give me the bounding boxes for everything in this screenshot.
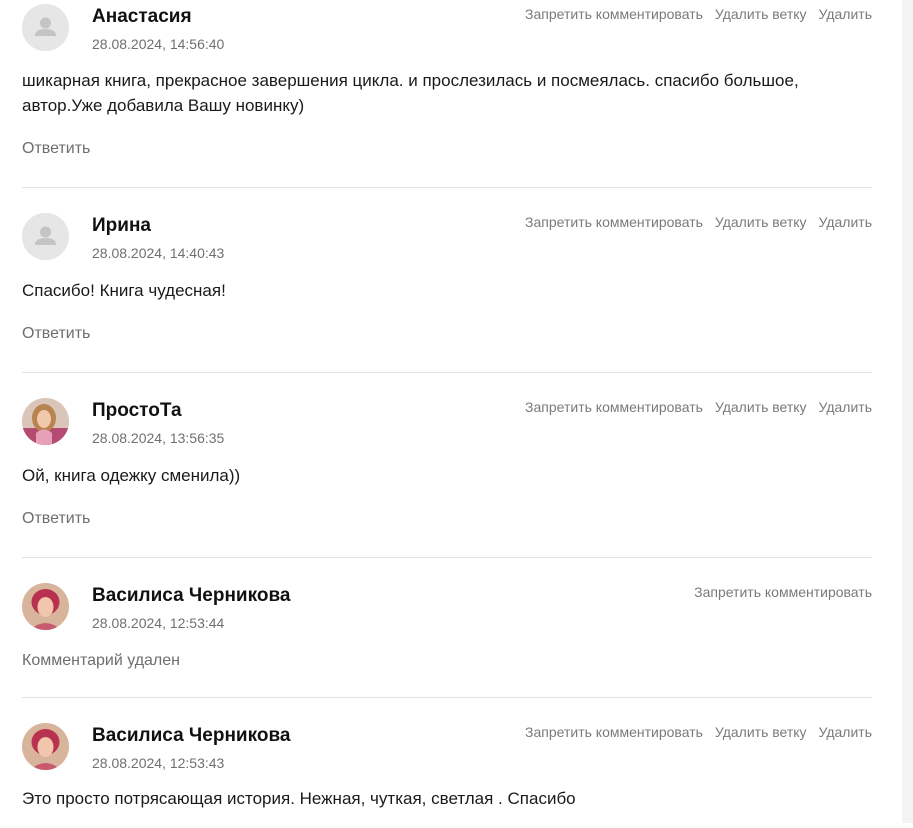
comment-date: 28.08.2024, 14:56:40 bbox=[92, 36, 225, 52]
reply-button[interactable]: Ответить bbox=[22, 510, 90, 528]
comment-text: шикарная книга, прекрасное завершения ци… bbox=[22, 71, 799, 115]
delete-button[interactable]: Удалить bbox=[819, 724, 872, 740]
ban-commenting-button[interactable]: Запретить комментировать bbox=[694, 584, 872, 600]
reply-button[interactable]: Ответить bbox=[22, 140, 90, 158]
reply-button[interactable]: Ответить bbox=[22, 325, 90, 343]
default-avatar-icon[interactable] bbox=[22, 213, 69, 260]
comment-date: 28.08.2024, 12:53:43 bbox=[92, 755, 225, 771]
delete-branch-button[interactable]: Удалить ветку bbox=[715, 214, 807, 230]
comment-date: 28.08.2024, 14:40:43 bbox=[92, 245, 225, 261]
ban-commenting-button[interactable]: Запретить комментировать bbox=[525, 214, 703, 230]
comment-text: Ой, книга одежку сменила)) bbox=[22, 466, 241, 485]
comment-author[interactable]: ПростоТа bbox=[92, 400, 182, 422]
comment-item: Анастасия 28.08.2024, 14:56:40 Запретить… bbox=[22, 0, 872, 188]
comment-author[interactable]: Василиса Черникова bbox=[92, 585, 290, 607]
delete-branch-button[interactable]: Удалить ветку bbox=[715, 724, 807, 740]
delete-branch-button[interactable]: Удалить ветку bbox=[715, 6, 807, 22]
comment-actions: Запретить комментировать Удалить ветку У… bbox=[525, 6, 872, 22]
ban-commenting-button[interactable]: Запретить комментировать bbox=[525, 399, 703, 415]
comment-actions: Запретить комментировать Удалить ветку У… bbox=[525, 399, 872, 415]
comment-text: Спасибо! Книга чудесная! bbox=[22, 281, 226, 300]
comment-actions: Запретить комментировать Удалить ветку У… bbox=[525, 214, 872, 230]
delete-branch-button[interactable]: Удалить ветку bbox=[715, 399, 807, 415]
user-photo-avatar[interactable] bbox=[22, 583, 69, 630]
comment-actions: Запретить комментировать bbox=[694, 584, 872, 600]
comment-author[interactable]: Ирина bbox=[92, 215, 151, 237]
comment-item: Ирина 28.08.2024, 14:40:43 Запретить ком… bbox=[22, 188, 872, 373]
comment-item: Василиса Черникова 28.08.2024, 12:53:44 … bbox=[22, 558, 872, 698]
scrollbar-track[interactable] bbox=[902, 0, 913, 823]
comment-date: 28.08.2024, 12:53:44 bbox=[92, 615, 225, 631]
comment-author[interactable]: Анастасия bbox=[92, 6, 192, 28]
comment-deleted-notice: Комментарий удален bbox=[22, 652, 180, 669]
user-photo-avatar[interactable] bbox=[22, 723, 69, 770]
comment-actions: Запретить комментировать Удалить ветку У… bbox=[525, 724, 872, 740]
delete-button[interactable]: Удалить bbox=[819, 6, 872, 22]
ban-commenting-button[interactable]: Запретить комментировать bbox=[525, 724, 703, 740]
comment-item: ПростоТа 28.08.2024, 13:56:35 Запретить … bbox=[22, 373, 872, 558]
ban-commenting-button[interactable]: Запретить комментировать bbox=[525, 6, 703, 22]
delete-button[interactable]: Удалить bbox=[819, 214, 872, 230]
user-photo-avatar[interactable] bbox=[22, 398, 69, 445]
delete-button[interactable]: Удалить bbox=[819, 399, 872, 415]
comments-list: Анастасия 28.08.2024, 14:56:40 Запретить… bbox=[22, 0, 872, 828]
comment-author[interactable]: Василиса Черникова bbox=[92, 725, 290, 747]
comment-item: Василиса Черникова 28.08.2024, 12:53:43 … bbox=[22, 698, 872, 828]
comment-date: 28.08.2024, 13:56:35 bbox=[92, 430, 225, 446]
default-avatar-icon[interactable] bbox=[22, 4, 69, 51]
comment-text: Это просто потрясающая история. Нежная, … bbox=[22, 789, 576, 808]
